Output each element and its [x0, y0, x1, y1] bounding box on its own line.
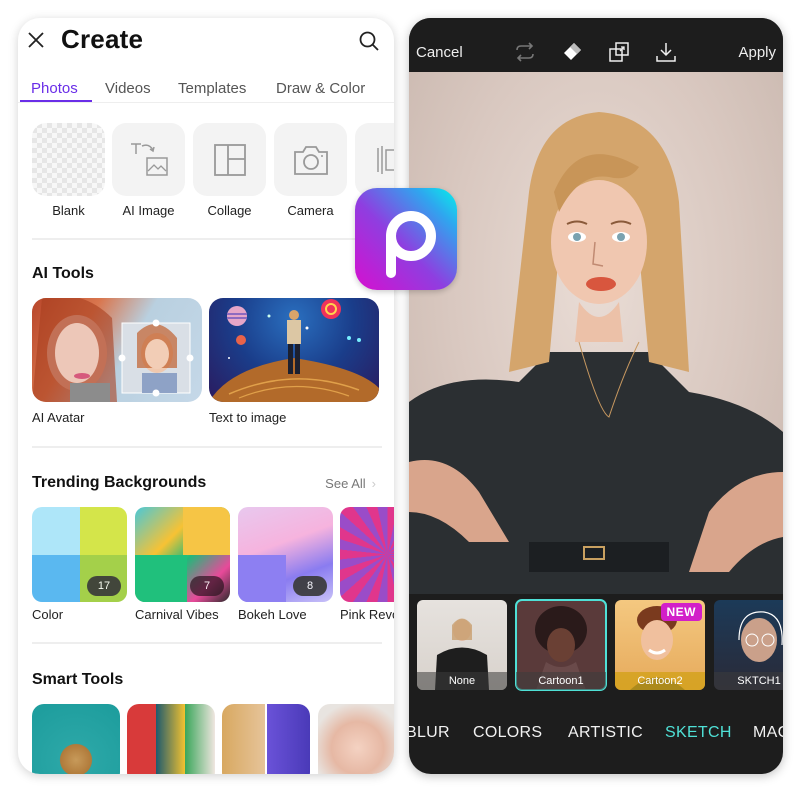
count-badge: 17	[87, 576, 121, 596]
effect-label: None	[417, 672, 507, 690]
quick-action-blank[interactable]: Blank	[32, 123, 105, 218]
see-all-link[interactable]: See All ›	[325, 476, 376, 491]
camera-icon	[293, 145, 328, 175]
count-badge: 8	[293, 576, 327, 596]
quick-actions: Blank AI Image Collage Camera	[32, 123, 394, 223]
effects-strip: None Cartoon1 NEW Cartoon2 SKTCH1	[409, 596, 783, 696]
smart-tool-hair-color-split[interactable]	[222, 704, 310, 774]
quick-action-ai-image[interactable]: AI Image	[112, 123, 185, 218]
eraser-icon[interactable]	[560, 40, 584, 64]
effect-label: Cartoon2	[615, 672, 705, 690]
divider	[32, 238, 382, 240]
create-screen: Create Photos Videos Templates Draw & Co…	[18, 18, 394, 774]
smart-tool-outfit-variations[interactable]	[127, 704, 215, 774]
category-colors[interactable]: COLORS	[473, 724, 542, 742]
effect-label: SKTCH1	[714, 672, 783, 690]
swatch	[79, 507, 127, 555]
smart-tool-curly-hair-portrait[interactable]	[32, 704, 120, 774]
search-icon[interactable]	[358, 30, 380, 52]
background-card-color[interactable]: 17	[32, 507, 127, 602]
category-blur[interactable]: BLUR	[409, 724, 450, 742]
active-tab-indicator	[20, 100, 92, 102]
swatch	[135, 554, 188, 602]
editor-toolbar: Cancel Apply	[409, 18, 783, 72]
swatch	[238, 554, 286, 602]
quick-action-collage[interactable]: Collage	[193, 123, 266, 218]
background-label: Carnival Vibes	[135, 607, 219, 622]
text-to-image-icon	[130, 142, 168, 176]
swatch	[32, 554, 80, 602]
effect-none[interactable]: None	[417, 600, 507, 690]
quick-action-label: AI Image	[122, 203, 175, 218]
effect-cartoon1[interactable]: Cartoon1	[515, 599, 607, 691]
ai-avatar-card[interactable]	[32, 298, 202, 402]
quick-tile	[193, 123, 266, 196]
frames-icon	[376, 145, 394, 174]
smart-tool-makeup-portrait[interactable]	[318, 704, 394, 774]
background-card-bokeh-love[interactable]: 8	[238, 507, 333, 602]
category-sketch[interactable]: SKETCH	[665, 724, 732, 742]
new-badge: NEW	[660, 603, 702, 621]
ai-avatar-label: AI Avatar	[32, 410, 85, 425]
cancel-button[interactable]: Cancel	[416, 44, 463, 61]
tabs: Photos Videos Templates Draw & Color	[18, 76, 394, 102]
compare-icon[interactable]	[607, 40, 631, 64]
apply-button[interactable]: Apply	[738, 44, 776, 61]
tab-photos[interactable]: Photos	[31, 80, 78, 97]
photo-editor-screen: Cancel Apply None Cartoon1 NEW Cartoon2 …	[409, 18, 783, 774]
background-label: Pink Revo	[340, 607, 394, 622]
quick-action-label: Collage	[207, 203, 252, 218]
effect-cartoon2[interactable]: NEW Cartoon2	[615, 600, 705, 690]
see-all-label: See All	[325, 476, 366, 491]
transparent-checker-icon	[32, 123, 105, 196]
text-to-image-illustration	[209, 299, 379, 402]
divider	[32, 446, 382, 448]
photo-canvas[interactable]	[409, 72, 783, 594]
background-label: Bokeh Love	[238, 607, 307, 622]
swatch	[32, 507, 80, 555]
ai-tools-title: AI Tools	[32, 265, 94, 282]
close-icon[interactable]	[26, 30, 46, 50]
header: Create	[18, 18, 394, 68]
effect-sktch1[interactable]: SKTCH1	[714, 600, 783, 690]
quick-action-label: Blank	[52, 203, 85, 218]
picsart-app-icon	[355, 188, 457, 290]
quick-tile	[274, 123, 347, 196]
cartoon-portrait-image	[409, 112, 783, 594]
download-icon[interactable]	[654, 40, 678, 64]
page-title: Create	[61, 24, 144, 54]
tab-divider	[18, 102, 394, 103]
category-magic[interactable]: MAG	[753, 724, 783, 742]
background-card-carnival-vibes[interactable]: 7	[135, 507, 230, 602]
tab-videos[interactable]: Videos	[105, 80, 151, 97]
chevron-right-icon: ›	[371, 476, 376, 491]
background-card-pink-revo[interactable]	[340, 507, 394, 602]
swatch	[182, 507, 230, 555]
picsart-logo-icon	[386, 211, 436, 278]
text-to-image-card[interactable]	[209, 298, 379, 402]
quick-tile	[355, 123, 394, 196]
category-artistic[interactable]: ARTISTIC	[568, 724, 643, 742]
background-label: Color	[32, 607, 64, 622]
smart-tools-title: Smart Tools	[32, 671, 124, 688]
trending-backgrounds-title: Trending Backgrounds	[32, 474, 207, 491]
count-badge: 7	[190, 576, 224, 596]
collage-grid-icon	[213, 143, 246, 176]
effect-label: Cartoon1	[516, 672, 606, 690]
quick-action-label: Camera	[287, 203, 334, 218]
ai-avatar-illustration	[32, 298, 194, 402]
quick-tile	[112, 123, 185, 196]
effect-categories: BLUR COLORS ARTISTIC SKETCH MAG	[409, 718, 783, 748]
stage: Create Photos Videos Templates Draw & Co…	[0, 0, 800, 800]
tab-draw-color[interactable]: Draw & Color	[276, 80, 365, 97]
swap-icon[interactable]	[513, 40, 537, 64]
text-to-image-label: Text to image	[209, 410, 287, 425]
tab-templates[interactable]: Templates	[178, 80, 246, 97]
divider	[32, 642, 382, 644]
quick-action-camera[interactable]: Camera	[274, 123, 347, 218]
